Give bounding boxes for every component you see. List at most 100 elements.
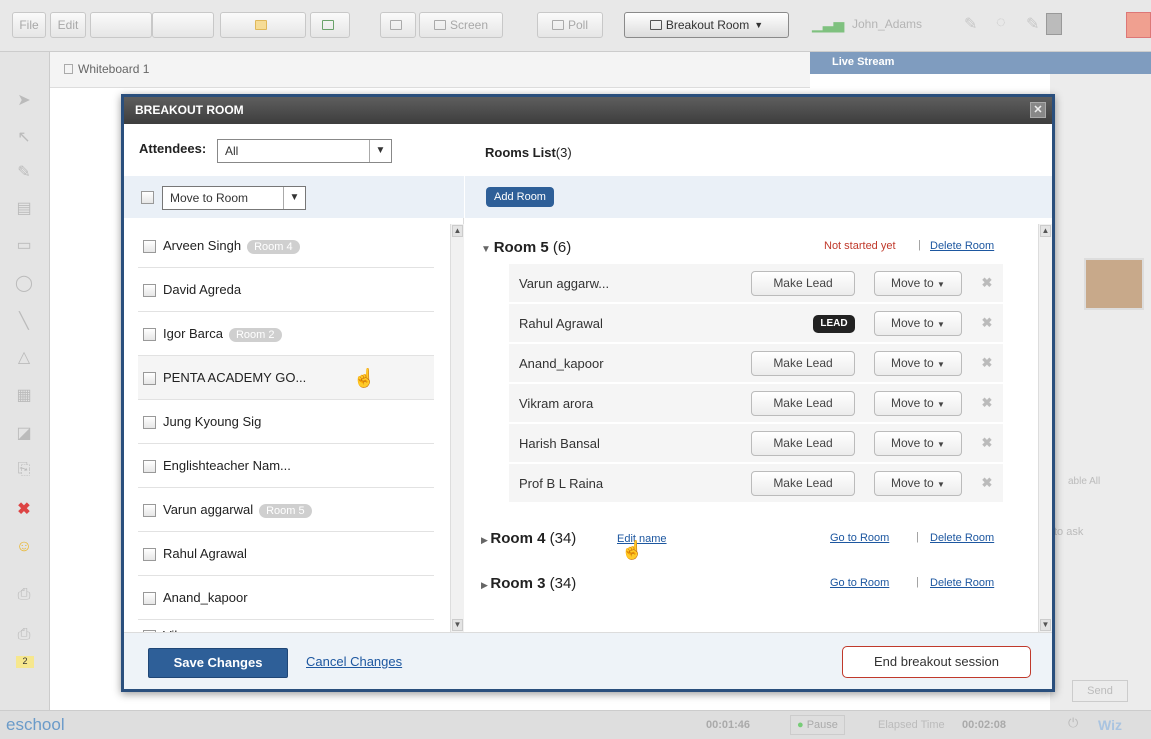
pencil-tool-icon[interactable]: ✎ <box>11 159 37 185</box>
list-item[interactable]: Rahul Agrawal <box>138 532 434 576</box>
room-header-room-3[interactable]: ▶ Room 3 (34) <box>481 575 576 592</box>
pencil-icon[interactable]: ✎ <box>964 14 977 34</box>
select-icon[interactable]: ↖ <box>11 124 37 150</box>
blank-button[interactable] <box>90 12 152 38</box>
send-button[interactable]: Send <box>1072 680 1128 702</box>
pointer-icon[interactable]: ➤ <box>11 87 37 113</box>
list-item[interactable]: David Agreda <box>138 268 434 312</box>
move-to-button[interactable]: Move to ▼ <box>874 471 962 496</box>
scroll-down-icon[interactable]: ▼ <box>452 619 463 631</box>
close-icon[interactable]: ✕ <box>1030 102 1046 118</box>
remove-member-icon[interactable]: ✖ <box>979 435 995 451</box>
mic-icon[interactable]: ✎ <box>1026 14 1039 34</box>
attendee-checkbox[interactable] <box>143 328 156 341</box>
scroll-up-icon[interactable]: ▲ <box>452 225 463 237</box>
line-icon[interactable]: ╲ <box>11 308 37 334</box>
blank-button-2[interactable] <box>152 12 214 38</box>
close-icon[interactable] <box>1126 12 1151 38</box>
move-to-button[interactable]: Move to ▼ <box>874 431 962 456</box>
cancel-changes-link[interactable]: Cancel Changes <box>306 654 402 669</box>
pause-button[interactable]: ● Pause <box>790 715 845 735</box>
list-item[interactable]: Igor Barca Room 2 <box>138 312 434 356</box>
eraser-icon[interactable]: ◪ <box>11 420 37 446</box>
snapshot-button[interactable] <box>380 12 416 38</box>
make-lead-button[interactable]: Make Lead <box>751 431 855 456</box>
make-lead-button[interactable]: Make Lead <box>751 271 855 296</box>
delete-room-link[interactable]: Delete Room <box>930 577 994 589</box>
select-all-checkbox[interactable] <box>141 191 154 204</box>
file-menu[interactable]: File <box>12 12 46 38</box>
pause-label: Pause <box>806 719 838 731</box>
whiteboard-tab[interactable]: Whiteboard 1 <box>78 62 149 76</box>
move-to-button[interactable]: Move to ▼ <box>874 391 962 416</box>
hand-cursor-icon: ☝ <box>353 368 376 388</box>
poll-button[interactable]: Poll <box>537 12 603 38</box>
remove-member-icon[interactable]: ✖ <box>979 355 995 371</box>
attendee-checkbox[interactable] <box>143 240 156 253</box>
table-icon[interactable]: ▦ <box>11 382 37 408</box>
delete-room-link[interactable]: Delete Room <box>930 532 994 544</box>
upload-button[interactable] <box>310 12 350 38</box>
attendees-filter-select[interactable]: All ▼ <box>217 139 392 163</box>
screen-button[interactable]: Screen <box>419 12 503 38</box>
chevron-down-icon: ▼ <box>937 480 945 489</box>
enable-all-label[interactable]: able All <box>1068 476 1100 487</box>
rectangle-icon[interactable]: ▭ <box>11 232 37 258</box>
make-lead-button[interactable]: Make Lead <box>751 391 855 416</box>
attendee-checkbox[interactable] <box>143 372 156 385</box>
make-lead-button[interactable]: Make Lead <box>751 351 855 376</box>
scroll-down-icon[interactable]: ▼ <box>1040 619 1051 631</box>
list-item[interactable]: Arveen Singh Room 4 <box>138 224 434 268</box>
list-item[interactable]: PENTA ACADEMY GO... ☝ <box>138 356 434 400</box>
move-to-button[interactable]: Move to ▼ <box>874 271 962 296</box>
add-room-button[interactable]: Add Room <box>486 187 554 207</box>
breakout-room-button[interactable]: Breakout Room ▼ <box>624 12 789 38</box>
list-item[interactable]: Varun aggarwal Room 5 <box>138 488 434 532</box>
attendees-scrollbar[interactable]: ▲ ▼ <box>450 224 464 632</box>
dropdown-icon[interactable] <box>1046 13 1062 35</box>
attendee-checkbox[interactable] <box>143 592 156 605</box>
stamp-icon[interactable]: ⎘ <box>11 457 37 483</box>
go-to-room-link[interactable]: Go to Room <box>830 532 889 544</box>
attendee-checkbox[interactable] <box>143 504 156 517</box>
make-lead-button[interactable]: Make Lead <box>751 471 855 496</box>
smiley-icon[interactable]: ☺ <box>11 534 37 560</box>
move-to-button[interactable]: Move to ▼ <box>874 351 962 376</box>
room-header-room-4[interactable]: ▶ Room 4 (34) <box>481 530 576 547</box>
expand-arrow-icon[interactable]: ▶ <box>481 580 490 590</box>
save-icon[interactable]: ⎙ <box>11 622 37 648</box>
edit-menu[interactable]: Edit <box>50 12 86 38</box>
move-to-button[interactable]: Move to ▼ <box>874 311 962 336</box>
list-item[interactable]: Englishteacher Nam... <box>138 444 434 488</box>
delete-room-link[interactable]: Delete Room <box>930 240 994 252</box>
room-badge: Room 5 <box>259 504 312 518</box>
attendee-checkbox[interactable] <box>143 460 156 473</box>
bulb-icon[interactable]: ◌ <box>996 14 1006 32</box>
circle-icon[interactable]: ◯ <box>11 270 37 296</box>
remove-member-icon[interactable]: ✖ <box>979 395 995 411</box>
power-icon[interactable]: ⏻ <box>1068 715 1078 731</box>
scroll-up-icon[interactable]: ▲ <box>1040 225 1051 237</box>
folder-button[interactable] <box>220 12 306 38</box>
expand-arrow-icon[interactable]: ▼ <box>481 244 494 255</box>
text-icon[interactable]: ▤ <box>11 195 37 221</box>
rooms-scrollbar[interactable]: ▲ ▼ <box>1038 224 1052 632</box>
attendee-name: Varun aggarwal Room 5 <box>163 502 312 518</box>
screen-icon <box>433 20 446 30</box>
expand-arrow-icon[interactable]: ▶ <box>481 535 490 545</box>
eraser-2-icon[interactable]: ⎙ <box>11 582 37 608</box>
end-breakout-session-button[interactable]: End breakout session <box>842 646 1031 678</box>
move-to-room-select[interactable]: Move to Room ▼ <box>162 186 306 210</box>
list-item[interactable]: Jung Kyoung Sig <box>138 400 434 444</box>
remove-member-icon[interactable]: ✖ <box>979 275 995 291</box>
attendee-checkbox[interactable] <box>143 284 156 297</box>
attendee-checkbox[interactable] <box>143 416 156 429</box>
save-changes-button[interactable]: Save Changes <box>148 648 288 678</box>
attendee-checkbox[interactable] <box>143 548 156 561</box>
go-to-room-link[interactable]: Go to Room <box>830 577 889 589</box>
triangle-icon[interactable]: △ <box>11 344 37 370</box>
remove-member-icon[interactable]: ✖ <box>979 315 995 331</box>
room-header-room-5[interactable]: ▼ Room 5 (6) <box>481 239 571 256</box>
remove-member-icon[interactable]: ✖ <box>979 475 995 491</box>
delete-icon[interactable]: ✖ <box>11 496 37 522</box>
